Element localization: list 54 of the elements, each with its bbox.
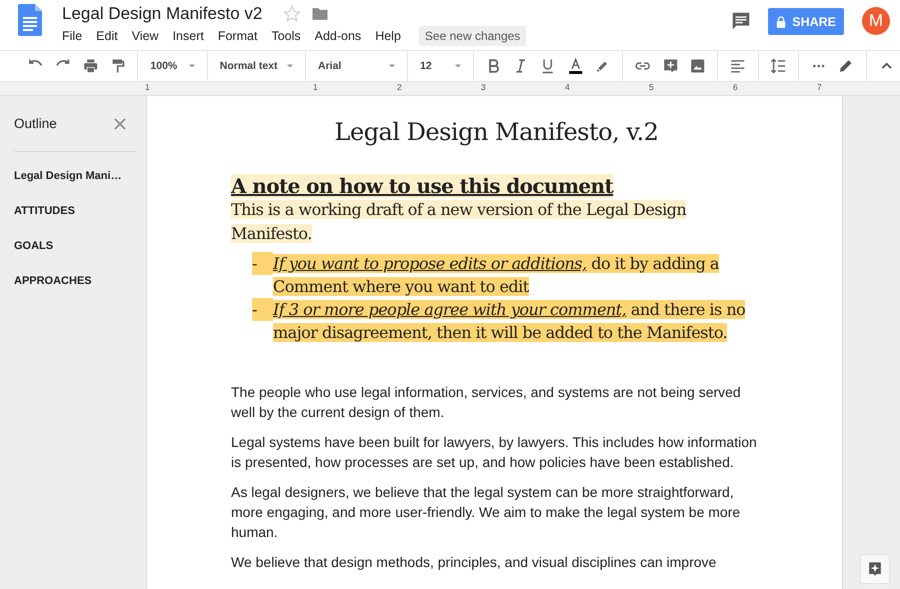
page-title: Legal Design Manifesto, v.2: [334, 118, 660, 146]
image-icon[interactable]: [689, 57, 706, 75]
paragraph: Legal systems have been built for lawyers, by lawyers. This includes how information is presented, how processes are set up, and how policies have been established.: [231, 433, 758, 472]
close-icon[interactable]: [114, 118, 126, 130]
style-dropdown[interactable]: Normal text: [214, 51, 300, 81]
see-new-changes-button[interactable]: See new changes: [418, 26, 526, 46]
menu-item[interactable]: Format: [218, 29, 258, 43]
outline-item[interactable]: Legal Design Mani…: [14, 169, 146, 184]
outline-item[interactable]: ATTITUDES: [14, 204, 146, 219]
caret-icon: [188, 64, 195, 68]
menu-item[interactable]: Add-ons: [314, 29, 362, 43]
text-color-icon[interactable]: [566, 57, 584, 75]
print-icon[interactable]: [82, 57, 100, 75]
document-title[interactable]: Legal Design Manifesto v2: [62, 4, 262, 24]
explore-icon[interactable]: [860, 554, 890, 584]
menu-item[interactable]: Tools: [271, 29, 301, 43]
ruler-number: 1: [145, 82, 150, 92]
bullet-text: If 3 or more people agree with your comment, and there is no major disagreement, then it will be added to the Manifesto.: [273, 299, 746, 344]
outline-title: Outline: [14, 116, 57, 131]
ruler[interactable]: 1 1 2 3 4 5 6 7: [0, 82, 900, 96]
menu-item[interactable]: Edit: [96, 29, 118, 43]
star-icon[interactable]: [282, 4, 302, 24]
outline-item[interactable]: APPROACHES: [14, 274, 146, 289]
outline-item[interactable]: GOALS: [14, 239, 146, 254]
paragraph: As legal designers, we believe that the legal system can be more straightforward, more engaging, and more user-friendly. We aim to make the legal system be more human.: [231, 483, 742, 542]
caret-icon: [389, 64, 396, 68]
comment-icon[interactable]: [730, 10, 752, 32]
add-comment-icon[interactable]: [662, 57, 680, 75]
bullet-marker: -: [252, 298, 273, 321]
menu-item[interactable]: File: [62, 29, 82, 43]
caret-icon: [454, 64, 461, 68]
ruler-number: 7: [817, 82, 822, 92]
bullet-marker: -: [252, 252, 273, 275]
ruler-number: 1: [313, 82, 318, 92]
font-size-dropdown[interactable]: 12: [414, 51, 467, 81]
paragraph: We believe that design methods, principles, and visual disciplines can improve: [231, 553, 718, 572]
docs-logo-icon[interactable]: [18, 4, 42, 36]
ruler-number: 5: [649, 82, 654, 92]
font-dropdown[interactable]: Arial: [312, 51, 402, 81]
intro-text: This is a working draft of a new version of the Legal Design Manifesto.: [231, 199, 688, 245]
zoom-dropdown[interactable]: 100%: [144, 51, 201, 81]
line-spacing-icon[interactable]: [770, 57, 788, 75]
paragraph: The people who use legal information, services, and systems are not being served well by the current design of them.: [231, 383, 742, 422]
ruler-number: 4: [565, 82, 570, 92]
caret-icon: [287, 64, 294, 68]
menu-item[interactable]: Insert: [172, 29, 204, 43]
menu-item[interactable]: View: [132, 29, 159, 43]
ruler-number: 2: [397, 82, 402, 92]
lock-icon: [776, 16, 786, 28]
note-heading: A note on how to use this document: [231, 174, 614, 198]
align-left-icon[interactable]: [729, 57, 747, 75]
ruler-number: 3: [481, 82, 486, 92]
ruler-number: 6: [733, 82, 738, 92]
menu-item[interactable]: Help: [375, 29, 401, 43]
